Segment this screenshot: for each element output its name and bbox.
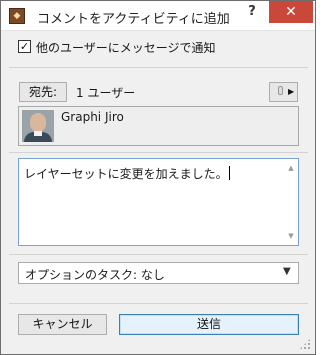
recipient-name: Graphi Jiro — [61, 110, 124, 124]
title-bar: ◆ コメントをアクティビティに追加 ? ✕ — [1, 1, 315, 31]
add-comment-dialog: ◆ コメントをアクティビティに追加 ? ✕ ✓ 他のユーザーにメッセージで通知 … — [0, 0, 316, 355]
divider — [9, 303, 308, 304]
divider — [9, 67, 308, 68]
close-button[interactable]: ✕ — [269, 1, 313, 23]
notify-label[interactable]: 他のユーザーにメッセージで通知 — [36, 39, 216, 56]
scroll-up-icon[interactable]: ▲ — [285, 163, 297, 173]
divider — [9, 254, 308, 255]
app-icon: ◆ — [9, 8, 25, 24]
task-dropdown[interactable]: オプションのタスク: なし ▼ — [18, 262, 299, 284]
avatar — [22, 110, 54, 142]
resize-grip-icon[interactable] — [299, 338, 311, 350]
send-button[interactable]: 送信 — [119, 314, 299, 335]
window-title: コメントをアクティビティに追加 — [37, 12, 230, 27]
notify-checkbox[interactable]: ✓ — [18, 40, 31, 53]
scroll-down-icon[interactable]: ▼ — [285, 231, 297, 241]
recipient-count: 1 ユーザー — [76, 86, 136, 100]
arrow-right-icon: ▶ — [288, 87, 295, 96]
chevron-down-icon: ▼ — [283, 266, 291, 277]
recipient-list[interactable]: Graphi Jiro — [18, 106, 299, 146]
text-caret — [228, 166, 230, 180]
comment-text: レイヤーセットに変更を加えました。 — [24, 166, 230, 181]
task-selected-value: オプションのタスク: なし — [25, 268, 165, 282]
pin-icon — [278, 86, 283, 95]
cancel-button[interactable]: キャンセル — [18, 314, 107, 335]
divider — [9, 152, 308, 153]
help-button[interactable]: ? — [237, 1, 267, 23]
recipients-button[interactable]: 宛先: — [19, 82, 67, 102]
recipient-options-button[interactable]: ▶ — [269, 82, 298, 102]
comment-textarea[interactable]: レイヤーセットに変更を加えました。 ▲ ▼ — [18, 158, 299, 246]
